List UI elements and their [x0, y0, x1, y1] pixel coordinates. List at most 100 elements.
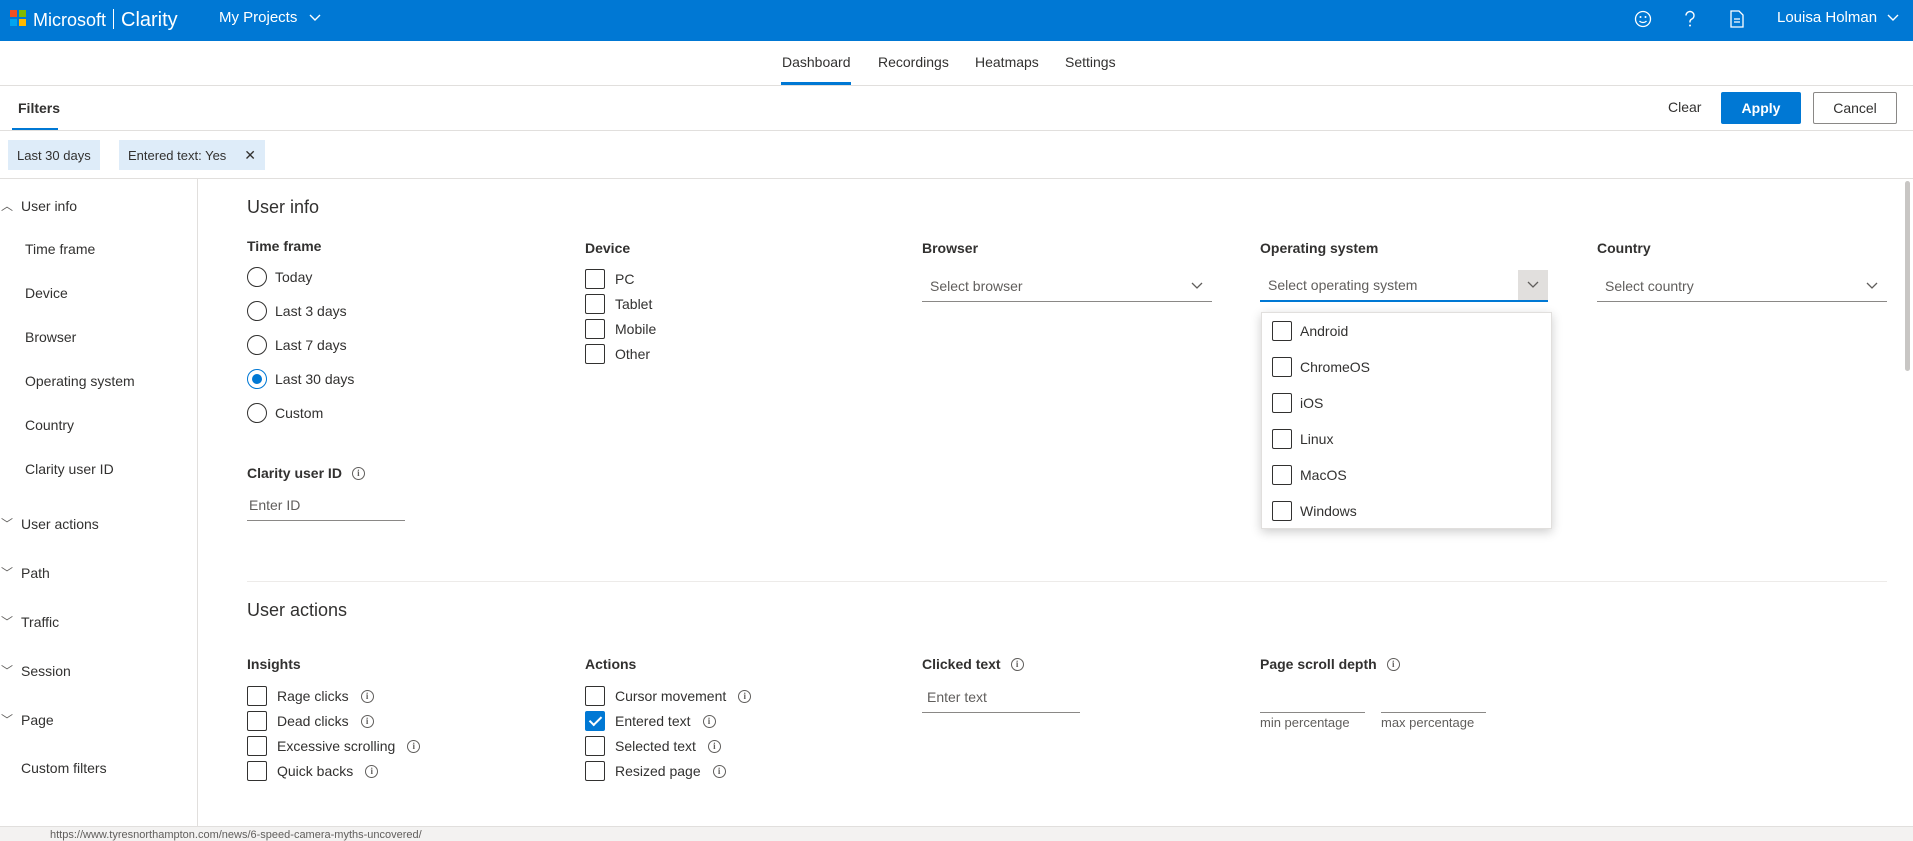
checkbox-other[interactable]: Other	[585, 344, 650, 364]
checkbox-mobile[interactable]: Mobile	[585, 319, 656, 339]
chevron-down-icon[interactable]	[1518, 270, 1548, 300]
brand[interactable]: Microsoft Clarity	[33, 9, 178, 32]
info-icon[interactable]: i	[712, 764, 726, 778]
checkbox-label: Quick backs	[277, 763, 354, 779]
os-option-chromeos[interactable]: ChromeOS	[1272, 357, 1370, 377]
radio-last-3-days[interactable]: Last 3 days	[247, 301, 347, 321]
radio-label: Last 7 days	[275, 337, 347, 353]
checkbox[interactable]	[247, 686, 267, 706]
checkbox[interactable]	[1272, 501, 1292, 521]
close-icon[interactable]: ✕	[244, 147, 256, 164]
sidebar-item-user-info[interactable]: ︿ User info	[0, 197, 77, 214]
sidebar-item-traffic[interactable]: ﹀ Traffic	[0, 613, 59, 630]
info-icon[interactable]: i	[360, 714, 374, 728]
tab-settings[interactable]: Settings	[1065, 54, 1116, 70]
os-option-linux[interactable]: Linux	[1272, 429, 1333, 449]
radio-today[interactable]: Today	[247, 267, 312, 287]
filter-chip-entered-text[interactable]: Entered text: Yes ✕	[119, 140, 266, 170]
checkbox-entered-text[interactable]: Entered text i	[585, 711, 716, 731]
apply-button[interactable]: Apply	[1721, 92, 1801, 124]
info-icon[interactable]: i	[407, 739, 421, 753]
info-icon[interactable]: i	[360, 689, 374, 703]
radio-button[interactable]	[247, 335, 267, 355]
insights-title: Insights	[247, 656, 301, 672]
radio-last-30-days[interactable]: Last 30 days	[247, 369, 354, 389]
checkbox[interactable]	[585, 294, 605, 314]
checkbox[interactable]	[247, 736, 267, 756]
clicked-text-input[interactable]: Enter text	[922, 681, 1080, 713]
info-icon[interactable]: i	[351, 466, 365, 480]
sidebar-item-session[interactable]: ﹀ Session	[0, 662, 71, 679]
filters-indicator	[12, 128, 58, 130]
checkbox-dead-clicks[interactable]: Dead clicks i	[247, 711, 374, 731]
sidebar-item-user-actions[interactable]: ﹀ User actions	[0, 515, 99, 532]
info-icon[interactable]: i	[1010, 657, 1024, 671]
clear-button[interactable]: Clear	[1668, 99, 1701, 115]
scroll-depth-min-input[interactable]	[1260, 681, 1365, 713]
checkbox-pc[interactable]: PC	[585, 269, 634, 289]
checkbox-cursor-movement[interactable]: Cursor movement i	[585, 686, 752, 706]
checkbox[interactable]	[585, 319, 605, 339]
sidebar-item-time-frame[interactable]: Time frame	[25, 241, 95, 257]
operating-system-select[interactable]: Select operating system	[1260, 270, 1548, 302]
user-menu[interactable]: Louisa Holman	[1777, 9, 1899, 26]
browser-select[interactable]: Select browser	[922, 270, 1212, 302]
country-select[interactable]: Select country	[1597, 270, 1887, 302]
radio-button[interactable]	[247, 267, 267, 287]
cancel-button[interactable]: Cancel	[1813, 92, 1897, 124]
radio-last-7-days[interactable]: Last 7 days	[247, 335, 347, 355]
tab-heatmaps[interactable]: Heatmaps	[975, 54, 1039, 70]
radio-button[interactable]	[247, 301, 267, 321]
checkbox-resized-page[interactable]: Resized page i	[585, 761, 726, 781]
info-icon[interactable]: i	[707, 739, 721, 753]
checkbox-rage-clicks[interactable]: Rage clicks i	[247, 686, 374, 706]
document-icon[interactable]	[1726, 8, 1748, 30]
clarity-user-id-input[interactable]: Enter ID	[247, 489, 405, 521]
checkbox[interactable]	[247, 711, 267, 731]
filter-chip-time-frame[interactable]: Last 30 days	[8, 140, 100, 170]
scroll-depth-max-input[interactable]	[1381, 681, 1486, 713]
checkbox[interactable]	[247, 761, 267, 781]
info-icon[interactable]: i	[738, 689, 752, 703]
checkbox-checked[interactable]	[585, 711, 605, 731]
tab-recordings[interactable]: Recordings	[878, 54, 949, 70]
checkbox[interactable]	[1272, 321, 1292, 341]
sidebar-item-path[interactable]: ﹀ Path	[0, 564, 50, 581]
checkbox[interactable]	[585, 761, 605, 781]
checkbox-selected-text[interactable]: Selected text i	[585, 736, 721, 756]
checkbox-excessive-scrolling[interactable]: Excessive scrolling i	[247, 736, 421, 756]
checkbox-tablet[interactable]: Tablet	[585, 294, 652, 314]
checkbox[interactable]	[585, 269, 605, 289]
sidebar-item-custom-filters[interactable]: Custom filters	[21, 760, 107, 776]
sidebar-item-operating-system[interactable]: Operating system	[25, 373, 135, 389]
radio-button[interactable]	[247, 403, 267, 423]
sidebar-item-country[interactable]: Country	[25, 417, 74, 433]
feedback-smiley-icon[interactable]	[1632, 8, 1654, 30]
checkbox[interactable]	[585, 686, 605, 706]
info-icon[interactable]: i	[1386, 657, 1400, 671]
info-icon[interactable]: i	[702, 714, 716, 728]
os-option-android[interactable]: Android	[1272, 321, 1348, 341]
radio-button-selected[interactable]	[247, 369, 267, 389]
os-option-macos[interactable]: MacOS	[1272, 465, 1347, 485]
tab-dashboard[interactable]: Dashboard	[782, 54, 851, 70]
sidebar-item-page[interactable]: ﹀ Page	[0, 711, 54, 728]
checkbox-label: Tablet	[615, 296, 653, 312]
checkbox[interactable]	[1272, 357, 1292, 377]
os-option-windows[interactable]: Windows	[1272, 501, 1357, 521]
vertical-scrollbar[interactable]	[1905, 181, 1910, 371]
info-icon[interactable]: i	[365, 764, 379, 778]
help-icon[interactable]	[1679, 8, 1701, 30]
os-option-ios[interactable]: iOS	[1272, 393, 1323, 413]
checkbox[interactable]	[585, 344, 605, 364]
radio-custom[interactable]: Custom	[247, 403, 323, 423]
sidebar-item-device[interactable]: Device	[25, 285, 68, 301]
checkbox[interactable]	[1272, 393, 1292, 413]
checkbox[interactable]	[1272, 429, 1292, 449]
checkbox[interactable]	[1272, 465, 1292, 485]
sidebar-item-browser[interactable]: Browser	[25, 329, 76, 345]
my-projects-menu[interactable]: My Projects	[219, 9, 321, 26]
sidebar-item-clarity-user-id[interactable]: Clarity user ID	[25, 461, 114, 477]
checkbox[interactable]	[585, 736, 605, 756]
checkbox-quick-backs[interactable]: Quick backs i	[247, 761, 379, 781]
